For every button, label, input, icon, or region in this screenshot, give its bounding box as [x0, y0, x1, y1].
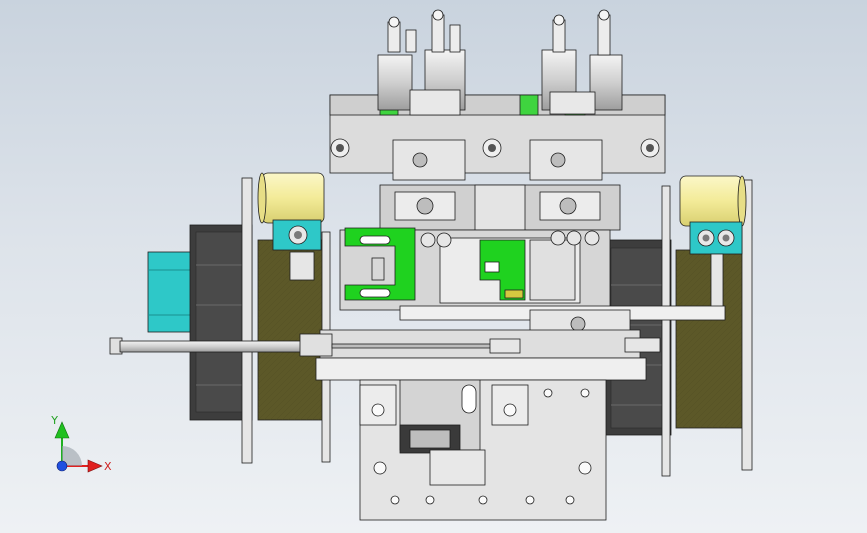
assembly-drawing: Y X [50, 9, 753, 521]
coordinate-triad: Y X [50, 414, 112, 473]
left-motor-cyan-block [147, 251, 193, 333]
left-yellow-roller [261, 172, 325, 224]
y-axis-label: Y [50, 414, 58, 427]
left-motor-assembly [147, 172, 331, 464]
right-yellow-roller [679, 175, 743, 227]
x-axis-label: X [104, 460, 112, 473]
left-frame-strip [241, 177, 253, 464]
cad-viewport[interactable]: Y X [0, 0, 867, 533]
bottom-base-plate [359, 379, 607, 521]
